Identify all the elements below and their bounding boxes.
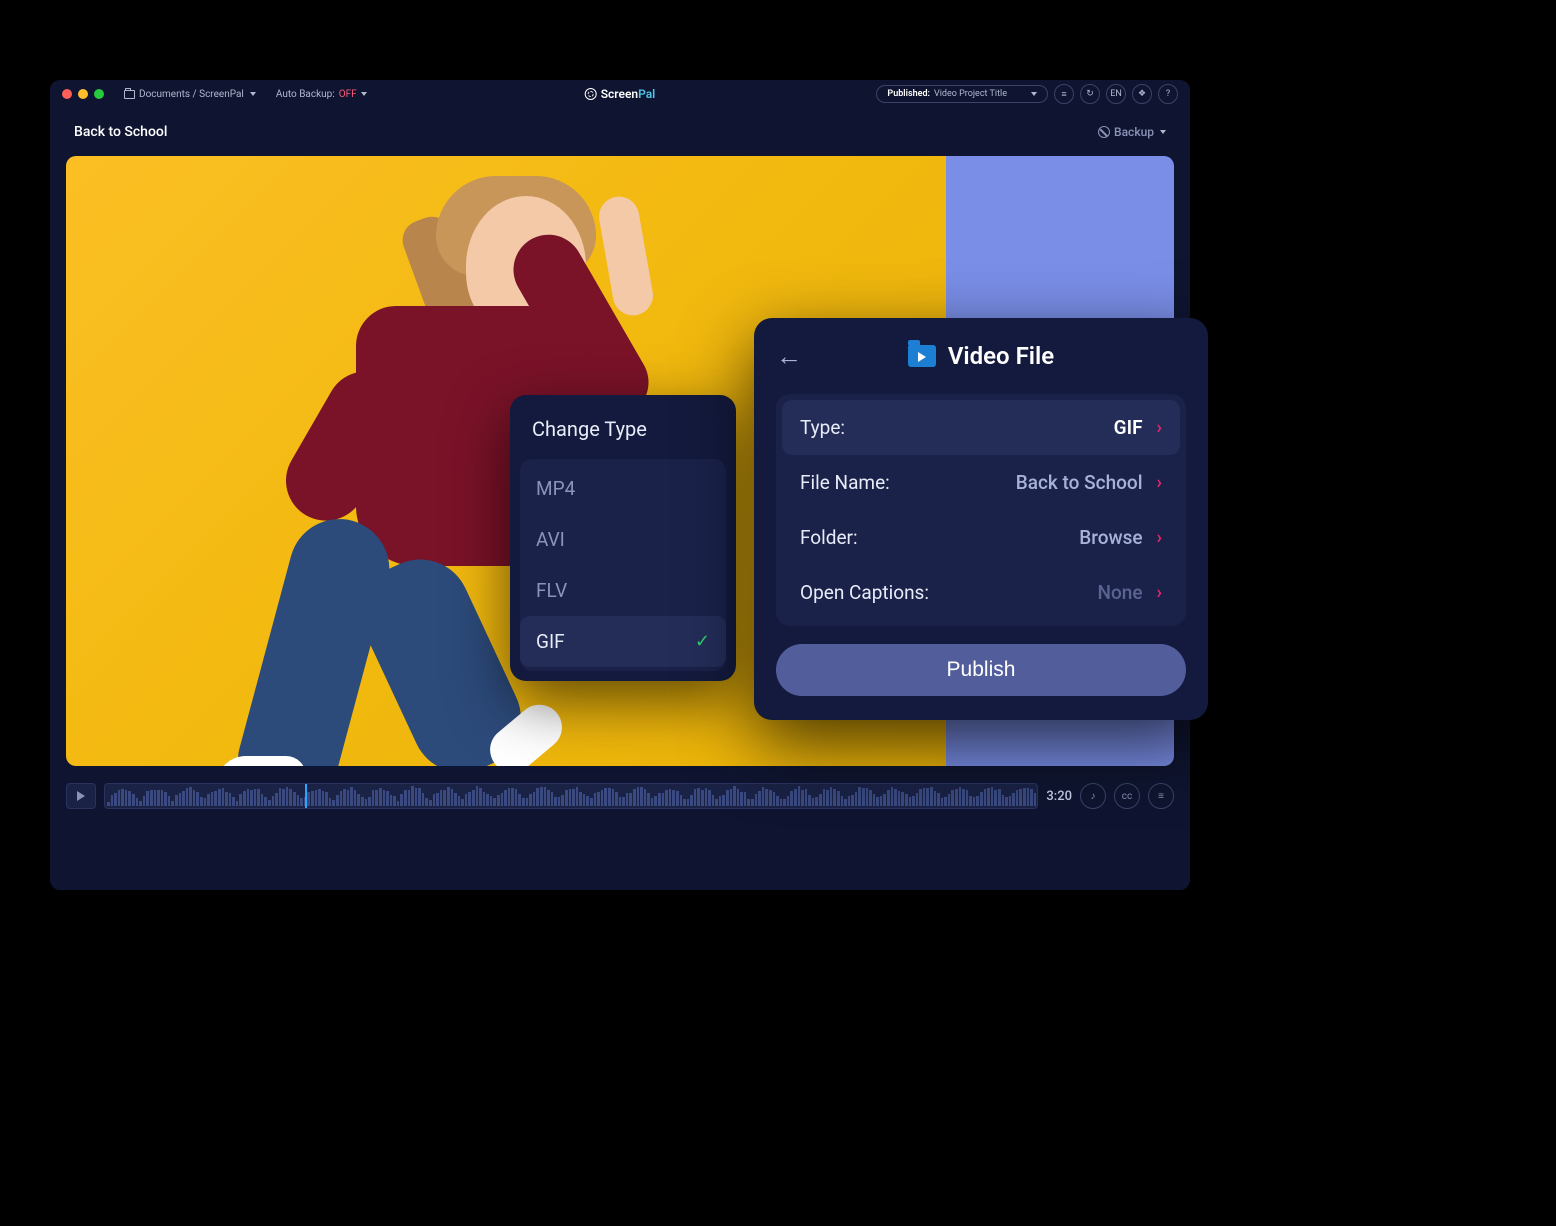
change-type-option-flv[interactable]: FLV — [520, 565, 726, 616]
title-bar: Back to School Backup — [50, 108, 1190, 156]
change-type-list: MP4AVIFLVGIF✓ — [520, 459, 726, 671]
video-file-title-group: Video File — [908, 342, 1054, 370]
layers-icon-button[interactable]: ❖ — [1132, 84, 1152, 104]
close-window-button[interactable] — [62, 89, 72, 99]
minimize-window-button[interactable] — [78, 89, 88, 99]
video-file-panel: ← Video File Type: GIF › File Name: Back … — [754, 318, 1208, 720]
chevron-down-icon — [361, 92, 367, 96]
play-icon — [77, 791, 85, 801]
auto-backup-toggle[interactable]: Auto Backup: OFF — [276, 89, 367, 100]
type-value: GIF — [1114, 416, 1143, 439]
chevron-right-icon: › — [1157, 527, 1162, 548]
captions-value: None — [1098, 581, 1143, 604]
chevron-right-icon: › — [1157, 582, 1162, 603]
backup-label: Backup — [1114, 125, 1154, 139]
change-type-title: Change Type — [510, 417, 736, 459]
folder-value: Browse — [1079, 526, 1142, 549]
filename-value: Back to School — [1016, 471, 1143, 494]
music-icon-button[interactable]: ♪ — [1080, 783, 1106, 809]
back-button[interactable]: ← — [776, 341, 802, 372]
cc-button[interactable]: cc — [1114, 783, 1140, 809]
language-button[interactable]: EN — [1106, 84, 1126, 104]
menu-icon-button[interactable]: ≡ — [1148, 783, 1174, 809]
maximize-window-button[interactable] — [94, 89, 104, 99]
video-file-body: Type: GIF › File Name: Back to School › Fo… — [776, 394, 1186, 626]
disabled-icon — [1098, 126, 1110, 138]
backup-button[interactable]: Backup — [1098, 125, 1166, 139]
filename-row[interactable]: File Name: Back to School › — [782, 455, 1180, 510]
waveform-bars — [107, 786, 1035, 806]
chevron-right-icon: › — [1157, 472, 1162, 493]
type-row[interactable]: Type: GIF › — [782, 400, 1180, 455]
published-dropdown[interactable]: Published: Video Project Title — [876, 85, 1048, 103]
video-file-title: Video File — [948, 342, 1054, 370]
published-value: Video Project Title — [934, 89, 1007, 99]
traffic-lights — [62, 89, 104, 99]
video-file-header: ← Video File — [776, 342, 1186, 370]
auto-backup-label: Auto Backup: — [276, 89, 335, 100]
chevron-down-icon — [1031, 92, 1037, 96]
change-type-option-avi[interactable]: AVI — [520, 514, 726, 565]
timeline: 1:08.00 3:20 ♪ cc ≡ — [66, 776, 1174, 816]
chevron-down-icon — [250, 92, 256, 96]
check-icon: ✓ — [695, 631, 710, 652]
type-label: Type: — [800, 416, 845, 439]
breadcrumb-text: Documents / ScreenPal — [139, 89, 244, 100]
breadcrumb[interactable]: Documents / ScreenPal — [124, 89, 256, 100]
list-icon-button[interactable]: ≡ — [1054, 84, 1074, 104]
chevron-down-icon — [1160, 130, 1166, 134]
top-bar: Documents / ScreenPal Auto Backup: OFF S… — [50, 80, 1190, 108]
filename-label: File Name: — [800, 471, 890, 494]
published-label: Published: — [887, 89, 930, 99]
change-type-option-mp4[interactable]: MP4 — [520, 463, 726, 514]
publish-button[interactable]: Publish — [776, 644, 1186, 696]
captions-label: Open Captions: — [800, 581, 929, 604]
captions-row[interactable]: Open Captions: None › — [782, 565, 1180, 620]
history-icon-button[interactable]: ↻ — [1080, 84, 1100, 104]
change-type-option-gif[interactable]: GIF✓ — [520, 616, 726, 667]
auto-backup-value: OFF — [339, 89, 357, 100]
folder-row[interactable]: Folder: Browse › — [782, 510, 1180, 565]
playhead[interactable] — [305, 783, 307, 809]
total-time: 3:20 — [1046, 789, 1072, 804]
folder-label: Folder: — [800, 526, 858, 549]
top-right-controls: Published: Video Project Title ≡ ↻ EN ❖ … — [876, 84, 1178, 104]
logo-icon — [585, 88, 597, 100]
project-title: Back to School — [74, 124, 167, 140]
waveform-track[interactable]: 1:08.00 — [104, 783, 1038, 809]
chevron-right-icon: › — [1157, 417, 1162, 438]
change-type-panel: Change Type MP4AVIFLVGIF✓ — [510, 395, 736, 681]
logo-text-accent: Pal — [638, 87, 655, 101]
play-button[interactable] — [66, 783, 96, 809]
app-logo: ScreenPal — [585, 87, 656, 101]
video-folder-icon — [908, 345, 936, 367]
help-icon-button[interactable]: ? — [1158, 84, 1178, 104]
folder-icon — [124, 90, 135, 99]
